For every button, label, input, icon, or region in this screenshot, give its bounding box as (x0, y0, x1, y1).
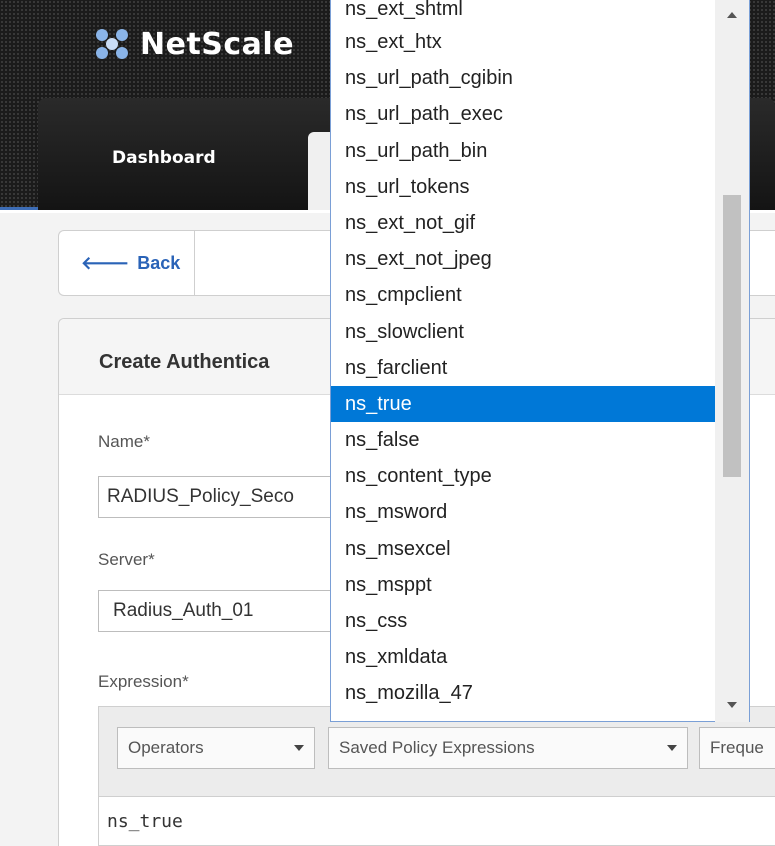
list-item[interactable]: ns_mozilla_47 (331, 675, 717, 711)
list-item[interactable]: ns_xmldata (331, 639, 717, 675)
list-item[interactable]: ns_content_type (331, 458, 717, 494)
list-item[interactable]: ns_cmpclient (331, 277, 717, 313)
chevron-down-icon (667, 745, 677, 751)
list-item[interactable]: ns_url_tokens (331, 169, 717, 205)
list-item[interactable]: ns_slowclient (331, 314, 717, 350)
list-item[interactable]: ns_msword (331, 494, 717, 530)
list-item[interactable]: ns_msexcel (331, 531, 717, 567)
list-item[interactable]: ns_ext_shtml (331, 0, 717, 24)
list-item[interactable]: ns_false (331, 422, 717, 458)
page-title: Create Authentica (99, 351, 270, 373)
list-item[interactable]: ns_url_path_exec (331, 96, 717, 132)
brand-name: NetScale (140, 26, 295, 62)
name-label: Name* (98, 432, 150, 451)
expression-dropdown-list[interactable]: ns_ext_shtml ns_ext_htx ns_url_path_cgib… (330, 0, 750, 722)
back-button-label: Back (137, 252, 181, 273)
frequent-expressions-dropdown[interactable]: Freque (699, 727, 775, 769)
list-item[interactable]: ns_ext_htx (331, 24, 717, 60)
arrow-left-icon: 🡐 (81, 252, 130, 273)
server-select-value: Radius_Auth_01 (113, 600, 254, 621)
expression-label: Expression* (98, 672, 189, 691)
citrix-logo-icon (92, 26, 136, 62)
server-label: Server* (98, 550, 155, 569)
dropdown-options: ns_ext_shtml ns_ext_htx ns_url_path_cgib… (331, 0, 717, 712)
list-item-selected[interactable]: ns_true (331, 385, 717, 423)
expression-text[interactable]: ns_true (107, 811, 183, 832)
tab-dashboard[interactable]: Dashboard (112, 148, 216, 168)
list-item[interactable]: ns_farclient (331, 350, 717, 386)
expression-editor: Operators Saved Policy Expressions Frequ… (98, 706, 775, 846)
scroll-down-arrow-icon[interactable] (727, 702, 737, 708)
saved-policy-expressions-label: Saved Policy Expressions (339, 738, 535, 757)
name-input-value: RADIUS_Policy_Seco (107, 486, 294, 507)
list-item[interactable]: ns_url_path_bin (331, 133, 717, 169)
scrollbar-thumb[interactable] (723, 195, 741, 477)
list-item[interactable]: ns_ext_not_jpeg (331, 241, 717, 277)
saved-policy-expressions-dropdown[interactable]: Saved Policy Expressions (328, 727, 688, 769)
dropdown-scrollbar[interactable] (715, 0, 749, 722)
back-button[interactable]: 🡐 Back (59, 231, 195, 295)
server-select[interactable]: Radius_Auth_01 (98, 590, 348, 632)
operators-label: Operators (128, 738, 204, 757)
list-item[interactable]: ns_url_path_cgibin (331, 60, 717, 96)
operators-dropdown[interactable]: Operators (117, 727, 315, 769)
frequent-expressions-label: Freque (710, 738, 764, 757)
name-input[interactable]: RADIUS_Policy_Seco (98, 476, 348, 518)
list-item[interactable]: ns_msppt (331, 567, 717, 603)
list-item[interactable]: ns_css (331, 603, 717, 639)
chevron-down-icon (294, 745, 304, 751)
brand-logo[interactable]: NetScale (92, 26, 294, 62)
scroll-up-arrow-icon[interactable] (727, 12, 737, 18)
list-item[interactable]: ns_ext_not_gif (331, 205, 717, 241)
